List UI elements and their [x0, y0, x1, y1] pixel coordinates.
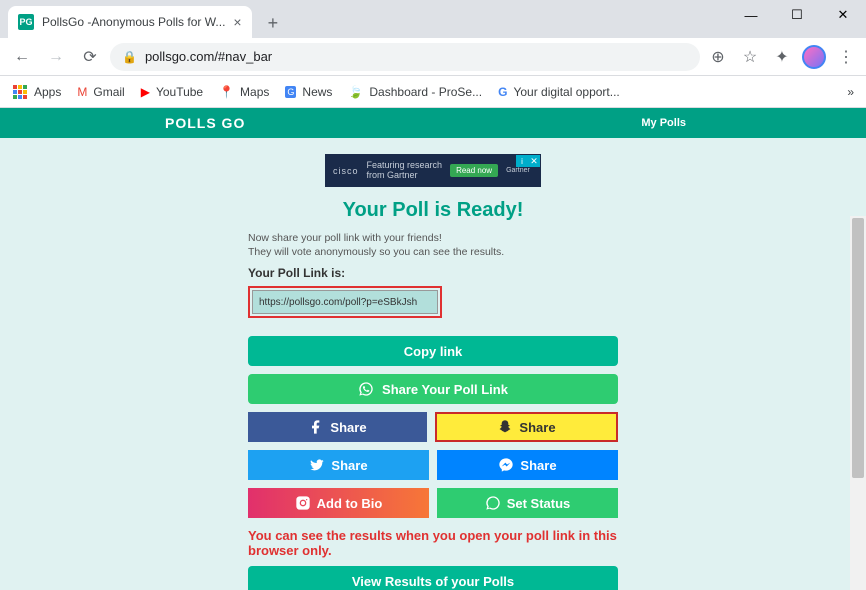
copy-link-button[interactable]: Copy link: [248, 336, 618, 366]
scrollbar-thumb[interactable]: [852, 218, 864, 478]
extensions-icon[interactable]: ✦: [770, 45, 794, 69]
star-icon[interactable]: ☆: [738, 45, 762, 69]
link-label: Your Poll Link is:: [248, 266, 783, 280]
favicon-icon: PG: [18, 14, 34, 30]
bookmarks-bar: Apps MGmail ▶YouTube 📍Maps GNews 🍃Dashbo…: [0, 76, 866, 108]
news-icon: G: [285, 86, 296, 98]
tab-title: PollsGo -Anonymous Polls for W...: [42, 15, 225, 29]
twitter-icon: [309, 457, 325, 473]
share-snapchat-highlight: Share: [435, 412, 618, 442]
digital-bookmark[interactable]: GYour digital opport...: [498, 85, 620, 99]
ad-text: Featuring research from Gartner: [367, 161, 443, 181]
share-twitter-button[interactable]: Share: [248, 450, 429, 480]
gmail-bookmark[interactable]: MGmail: [77, 85, 124, 99]
url-text: pollsgo.com/#nav_bar: [145, 49, 272, 64]
browser-toolbar: ← → ⟳ 🔒 pollsgo.com/#nav_bar ⊕ ☆ ✦ ⋮: [0, 38, 866, 76]
close-tab-icon[interactable]: ×: [233, 14, 241, 30]
profile-avatar[interactable]: [802, 45, 826, 69]
set-status-button[interactable]: Set Status: [437, 488, 618, 518]
share-facebook-button[interactable]: Share: [248, 412, 427, 442]
apps-bookmark[interactable]: Apps: [12, 84, 61, 100]
youtube-icon: ▶: [141, 85, 150, 99]
view-results-button[interactable]: View Results of your Polls: [248, 566, 618, 590]
window-titlebar: PG PollsGo -Anonymous Polls for W... × +…: [0, 0, 866, 38]
page-heading: Your Poll is Ready!: [83, 199, 783, 222]
address-bar[interactable]: 🔒 pollsgo.com/#nav_bar: [110, 43, 700, 71]
news-bookmark[interactable]: GNews: [285, 85, 332, 99]
results-note: You can see the results when you open yo…: [248, 528, 618, 558]
add-to-bio-button[interactable]: Add to Bio: [248, 488, 429, 518]
snapchat-icon: [497, 419, 513, 435]
facebook-icon: [308, 419, 324, 435]
minimize-button[interactable]: —: [728, 0, 774, 30]
new-tab-button[interactable]: +: [260, 9, 287, 38]
youtube-bookmark[interactable]: ▶YouTube: [141, 85, 203, 99]
page-viewport: POLLS GO My Polls cisco Featuring resear…: [0, 108, 866, 590]
maximize-button[interactable]: ☐: [774, 0, 820, 30]
browser-tab[interactable]: PG PollsGo -Anonymous Polls for W... ×: [8, 6, 252, 38]
bookmarks-overflow[interactable]: »: [847, 85, 854, 99]
maps-icon: 📍: [219, 85, 234, 99]
ad-brand: cisco: [333, 166, 359, 176]
subtext-2: They will vote anonymously so you can se…: [248, 246, 783, 258]
whatsapp-icon: [485, 495, 501, 511]
ad-banner[interactable]: cisco Featuring research from Gartner Re…: [325, 154, 541, 187]
lock-icon: 🔒: [122, 50, 137, 64]
dashboard-bookmark[interactable]: 🍃Dashboard - ProSe...: [348, 85, 482, 99]
share-messenger-button[interactable]: Share: [437, 450, 618, 480]
whatsapp-icon: [358, 381, 374, 397]
subtext-1: Now share your poll link with your frien…: [248, 232, 783, 244]
share-whatsapp-button[interactable]: Share Your Poll Link: [248, 374, 618, 404]
share-snapchat-button[interactable]: Share: [437, 414, 616, 440]
back-button[interactable]: ←: [8, 43, 36, 71]
poll-link-input[interactable]: [252, 290, 438, 314]
maps-bookmark[interactable]: 📍Maps: [219, 85, 269, 99]
close-window-button[interactable]: ✕: [820, 0, 866, 30]
leaf-icon: 🍃: [348, 85, 363, 99]
reload-button[interactable]: ⟳: [76, 43, 104, 71]
site-header: POLLS GO My Polls: [0, 108, 866, 138]
ad-source: Gartner: [506, 167, 530, 174]
ad-close-icon[interactable]: ✕: [528, 155, 540, 167]
brand-logo[interactable]: POLLS GO: [165, 115, 245, 131]
forward-button[interactable]: →: [42, 43, 70, 71]
poll-link-highlight: [248, 286, 442, 318]
instagram-icon: [295, 495, 311, 511]
google-icon: G: [498, 85, 507, 99]
apps-grid-icon: [13, 85, 27, 99]
my-polls-link[interactable]: My Polls: [641, 117, 686, 129]
zoom-icon[interactable]: ⊕: [706, 45, 730, 69]
ad-info-icon[interactable]: i: [516, 155, 528, 167]
ad-cta[interactable]: Read now: [450, 164, 498, 177]
messenger-icon: [498, 457, 514, 473]
main-content: cisco Featuring research from Gartner Re…: [83, 138, 783, 590]
gmail-icon: M: [77, 85, 87, 99]
menu-icon[interactable]: ⋮: [834, 45, 858, 69]
